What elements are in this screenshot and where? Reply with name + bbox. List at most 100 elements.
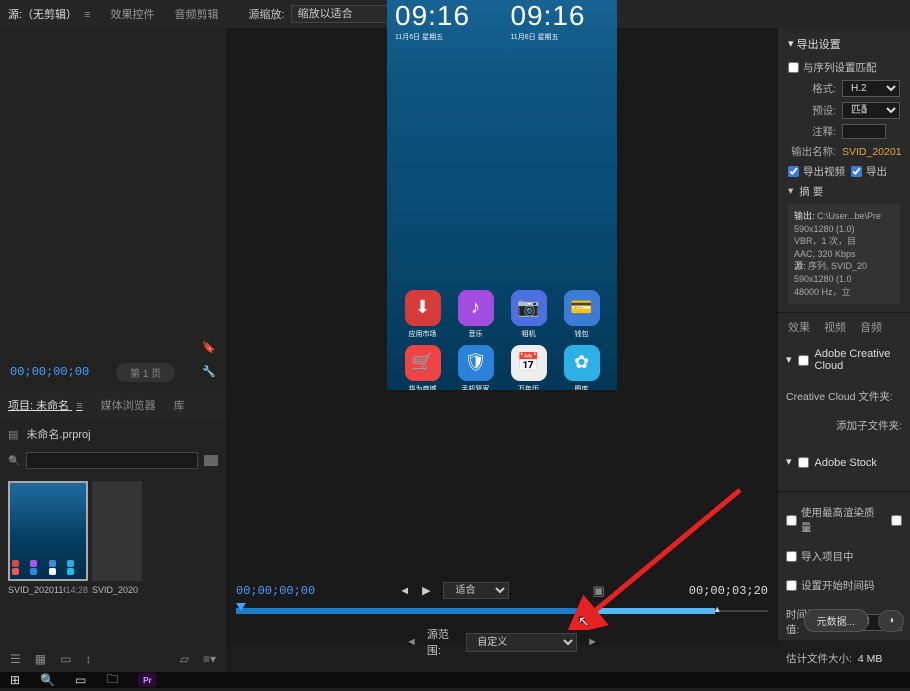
thumb-name: SVID_20201106_091624_1... — [8, 585, 65, 595]
render-max-checkbox[interactable] — [786, 515, 797, 526]
icon-view-icon[interactable]: ▦ — [35, 652, 46, 666]
close-icon[interactable]: ≡ — [84, 9, 90, 21]
in-point-handle[interactable]: ▴ — [579, 604, 584, 615]
effect-controls-tab[interactable]: 效果控件 — [111, 6, 155, 22]
stock-checkbox[interactable] — [798, 457, 809, 468]
format-label: 格式: — [788, 81, 836, 96]
chevron-down-icon: ▾ — [788, 185, 793, 197]
comment-input[interactable] — [842, 124, 886, 139]
preset-label: 预设: — [788, 103, 836, 118]
export-summary: 输出: C:\User...be\Pre 590x1280 (1.0) VBR，… — [788, 204, 900, 304]
menu-icon[interactable]: ≡▾ — [203, 652, 216, 666]
app-icon-华为商城: 🛒华为商城 — [397, 345, 448, 394]
import-project-checkbox[interactable] — [786, 551, 797, 562]
app-icon-钱包: 💳钱包 — [556, 290, 607, 339]
search-taskbar-icon[interactable]: 🔍 — [40, 673, 55, 687]
queue-button[interactable]: ◑ — [878, 610, 904, 632]
step-back-icon[interactable]: ◄ — [399, 585, 410, 597]
export-video-checkbox[interactable] — [788, 166, 799, 177]
next-icon[interactable]: ► — [587, 636, 598, 648]
chevron-down-icon: ▾ — [786, 455, 792, 468]
crop-icon[interactable]: ▣ — [593, 583, 605, 599]
lock-date-1: 11月6日 星期五 — [395, 32, 470, 42]
playhead[interactable] — [236, 603, 246, 611]
thumb-duration: 14;28 — [65, 585, 88, 595]
folder-icon[interactable] — [204, 455, 218, 466]
lock-time-2: 09:16 — [510, 0, 585, 32]
app-icon-音乐: ♪音乐 — [450, 290, 501, 339]
app-icon-手机管家: 🛡手机管家 — [450, 345, 501, 394]
output-name-link[interactable]: SVID_20201 — [842, 146, 902, 158]
export-tabs: 效果 视频 音频 — [778, 313, 910, 341]
project-item-video[interactable]: SVID_20201106_091624_1... 14;28 — [8, 481, 88, 595]
explorer-icon[interactable]: 🗀 — [106, 670, 118, 691]
cc-subfolder-label: 添加子文件夹: — [836, 418, 902, 433]
tab-effect[interactable]: 效果 — [788, 319, 810, 335]
lock-time-1: 09:16 — [395, 0, 470, 32]
chevron-down-icon: ▾ — [786, 353, 792, 366]
app-icon-应用市场: ⬇应用市场 — [397, 290, 448, 339]
list-view-icon[interactable]: ☰ — [10, 652, 21, 666]
chevron-down-icon: ▾ — [788, 37, 794, 50]
export-settings-title[interactable]: ▾ 导出设置 — [788, 36, 900, 52]
project-item-sequence[interactable]: SVID_2020 — [92, 481, 172, 595]
premiere-taskbar-icon[interactable]: Pr — [138, 673, 156, 687]
summary-title: 摘 要 — [799, 184, 823, 199]
start-icon[interactable]: ⊞ — [10, 673, 20, 687]
prev-icon[interactable]: ◄ — [406, 636, 417, 648]
format-select[interactable]: H.264 — [842, 80, 900, 97]
extra-checkbox[interactable] — [891, 515, 902, 526]
match-sequence-checkbox[interactable] — [788, 62, 799, 73]
play-icon[interactable]: ▶ — [422, 584, 430, 597]
out-timecode[interactable]: 00;00;03;20 — [689, 584, 768, 598]
thumb-name: SVID_2020 — [92, 585, 172, 595]
zoom-select[interactable]: 适合 — [443, 582, 509, 599]
in-timecode[interactable]: 00;00;00;00 — [236, 584, 315, 598]
source-range-label: 源范围: — [427, 626, 456, 658]
stock-accordion[interactable]: ▾ Adobe Stock — [786, 456, 902, 469]
left-monitor-panel: 🔖 00;00;00;00 第 1 页 🔧 — [0, 28, 226, 390]
metadata-button[interactable]: 元数据... — [804, 609, 868, 632]
project-panel: ▤ 未命名.prproj SVID_20201106_091624_1... 1… — [0, 420, 226, 674]
freeform-view-icon[interactable]: ▭ — [60, 652, 71, 666]
est-size-label: 估计文件大小: — [786, 651, 852, 666]
source-monitor-controls: 00;00;00;00 ◄ ▶ 适合 ▣ 00;00;03;20 ▴ ▴ ◄ 源… — [226, 390, 778, 646]
left-timecode[interactable]: 00;00;00;00 — [10, 365, 89, 379]
new-bin-icon[interactable]: ▱ — [180, 652, 189, 666]
export-settings-panel: ▾ 导出设置 与序列设置匹配 格式: H.264 预设: 匹配源 - 注释: 输… — [778, 28, 910, 390]
sort-icon[interactable]: ↕ — [85, 652, 91, 666]
media-browser-tab[interactable]: 媒体浏览器 — [101, 397, 156, 413]
out-point-handle[interactable]: ▴ — [715, 604, 720, 615]
cc-folder-label: Creative Cloud 文件夹: — [786, 389, 893, 404]
set-start-tc-checkbox[interactable] — [786, 580, 797, 591]
project-tab[interactable]: 项目: 未命名 ≡ — [8, 397, 83, 413]
comment-label: 注释: — [788, 124, 836, 139]
library-tab[interactable]: 库 — [174, 397, 185, 413]
project-toolbar: ☰ ▦ ▭ ↕ ▱ ≡▾ — [0, 652, 226, 666]
cc-accordion[interactable]: ▾ Adobe Creative Cloud — [786, 348, 902, 372]
project-file-name: 未命名.prproj — [26, 426, 90, 442]
lock-date-2: 11月6日 星期五 — [510, 32, 585, 42]
tab-video[interactable]: 视频 — [824, 319, 846, 335]
project-file-icon: ▤ — [8, 428, 18, 441]
cc-checkbox[interactable] — [798, 355, 809, 366]
task-view-icon[interactable]: ▭ — [75, 673, 86, 687]
audio-clip-tab[interactable]: 音频剪辑 — [175, 6, 219, 22]
app-icon-万年历: 📅万年历 — [503, 345, 554, 394]
windows-taskbar: ⊞ 🔍 ▭ 🗀 Pr — [0, 672, 910, 688]
preset-select[interactable]: 匹配源 - — [842, 102, 900, 119]
tab-audio[interactable]: 音频 — [860, 319, 882, 335]
app-icon-图库: ✿图库 — [556, 345, 607, 394]
est-size-value: 4 MB — [858, 653, 883, 665]
page-indicator[interactable]: 第 1 页 — [116, 363, 175, 382]
timeline-track[interactable]: ▴ ▴ — [236, 606, 768, 616]
project-search-input[interactable] — [26, 452, 198, 469]
source-range-select[interactable]: 自定义 — [466, 633, 577, 652]
wrench-icon[interactable]: 🔧 — [202, 365, 216, 379]
marker-icon[interactable]: 🔖 — [202, 341, 216, 354]
source-tab[interactable]: 源:（无剪辑） ≡ — [8, 6, 91, 22]
app-icon-相机: 📷相机 — [503, 290, 554, 339]
program-monitor: 梅江区 09:16 11月6日 星期五 ☁20℃ 梅江区 09:16 11月6日… — [226, 28, 778, 390]
export-audio-checkbox[interactable] — [851, 166, 862, 177]
search-icon[interactable] — [8, 455, 20, 467]
